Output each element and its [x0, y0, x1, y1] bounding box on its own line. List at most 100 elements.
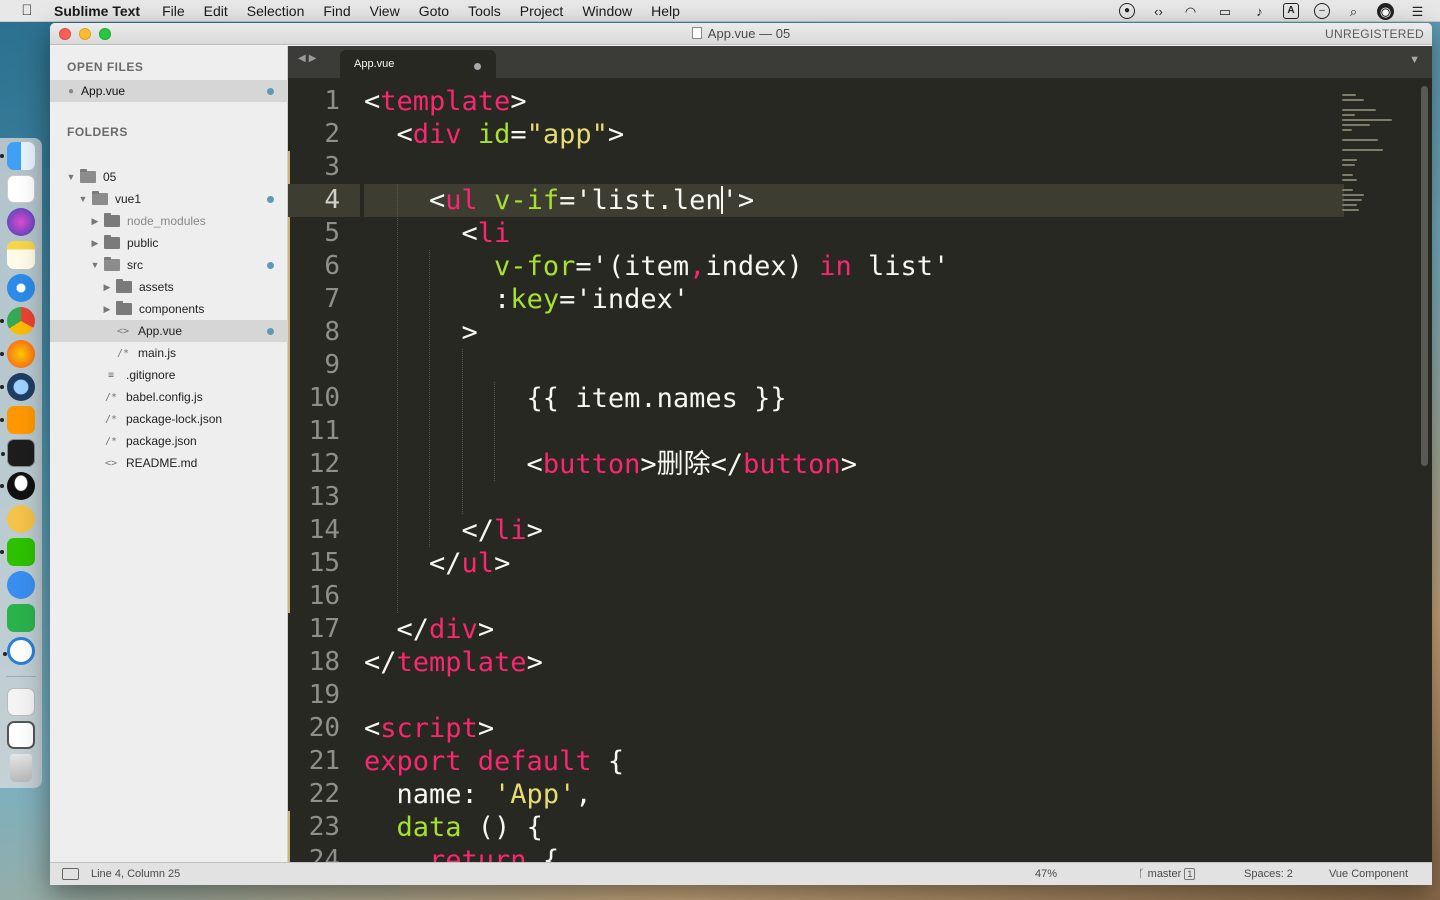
- menu-project[interactable]: Project: [520, 3, 564, 19]
- code-line[interactable]: return {: [364, 844, 1344, 862]
- baidu-netdisk-icon[interactable]: [3, 637, 35, 665]
- code-brackets-icon[interactable]: ‹›: [1150, 3, 1167, 20]
- code-line[interactable]: [364, 349, 1344, 382]
- toggle-panel-icon[interactable]: [62, 868, 79, 880]
- vertical-scrollbar[interactable]: [1421, 86, 1428, 466]
- code-line[interactable]: <li: [364, 217, 1344, 250]
- disclosure-closed-icon[interactable]: ▶: [102, 304, 112, 315]
- menu-find[interactable]: Find: [323, 3, 350, 19]
- code-line[interactable]: :key='index': [364, 283, 1344, 316]
- close-file-icon[interactable]: ●: [68, 86, 74, 97]
- folder-row[interactable]: ▶ components: [50, 298, 288, 320]
- code-line[interactable]: [364, 580, 1344, 613]
- code-line[interactable]: export default {: [364, 745, 1344, 778]
- code-line[interactable]: </li>: [364, 514, 1344, 547]
- tab-app-vue[interactable]: App.vue: [340, 50, 496, 78]
- code-line[interactable]: [364, 151, 1344, 184]
- squirrel-icon[interactable]: [7, 505, 35, 533]
- code-line[interactable]: data () {: [364, 811, 1344, 844]
- do-not-disturb-icon[interactable]: –: [1314, 3, 1330, 19]
- open-file-item[interactable]: ● App.vue: [50, 80, 288, 102]
- notes-icon[interactable]: [7, 241, 35, 269]
- tab-nav-arrows-icon[interactable]: ◀▶: [298, 53, 319, 64]
- record-icon[interactable]: ●: [1119, 3, 1135, 19]
- file-row[interactable]: <> README.md: [50, 452, 288, 474]
- disclosure-closed-icon[interactable]: ▶: [90, 216, 100, 227]
- menu-help[interactable]: Help: [651, 3, 680, 19]
- siri-status-icon[interactable]: ◉: [1377, 2, 1394, 20]
- code-line[interactable]: </ul>: [364, 547, 1344, 580]
- open-file-label: App.vue: [81, 84, 126, 98]
- file-row[interactable]: ≡ .gitignore: [50, 364, 288, 386]
- syntax-setting[interactable]: Vue Component: [1329, 868, 1408, 880]
- trash-icon[interactable]: [10, 754, 32, 782]
- code-line[interactable]: <button>删除</button>: [364, 448, 1344, 481]
- firefox-icon[interactable]: [0, 340, 35, 368]
- quicktime-icon[interactable]: [0, 373, 35, 401]
- folder-row[interactable]: ▼ 05: [50, 166, 288, 188]
- file-row[interactable]: /* babel.config.js: [50, 386, 288, 408]
- disclosure-open-icon[interactable]: ▼: [78, 194, 88, 204]
- spotlight-search-icon[interactable]: ⌕: [1345, 3, 1362, 20]
- feishu-icon[interactable]: [7, 571, 35, 599]
- folder-row[interactable]: ▼ vue1: [50, 188, 288, 210]
- menu-app-name[interactable]: Sublime Text: [54, 3, 140, 19]
- folder-row[interactable]: ▼ src: [50, 254, 288, 276]
- menu-file[interactable]: File: [162, 3, 185, 19]
- code-line[interactable]: <script>: [364, 712, 1344, 745]
- code-line[interactable]: [364, 481, 1344, 514]
- folder-row[interactable]: ▶ public: [50, 232, 288, 254]
- folder-row[interactable]: ▶ node_modules: [50, 210, 288, 232]
- disclosure-closed-icon[interactable]: ▶: [90, 238, 100, 249]
- menu-goto[interactable]: Goto: [419, 3, 449, 19]
- code-line[interactable]: <template>: [364, 85, 1344, 118]
- code-line[interactable]: v-for='(item,index) in list': [364, 250, 1344, 283]
- qq-icon[interactable]: [0, 472, 35, 500]
- code-line[interactable]: [364, 415, 1344, 448]
- sublime-text-icon[interactable]: [0, 406, 35, 434]
- calendar-icon[interactable]: [7, 175, 35, 203]
- terminal-icon[interactable]: [1, 439, 35, 467]
- wifi-icon[interactable]: ◠: [1182, 3, 1199, 20]
- notification-center-icon[interactable]: ☰: [1409, 3, 1426, 20]
- menu-edit[interactable]: Edit: [204, 3, 228, 19]
- file-row[interactable]: <> App.vue: [50, 320, 288, 342]
- folder-row[interactable]: ▶ assets: [50, 276, 288, 298]
- hbuilder-icon[interactable]: [7, 604, 35, 632]
- code-line[interactable]: </template>: [364, 646, 1344, 679]
- screen-icon[interactable]: [7, 721, 35, 749]
- disclosure-closed-icon[interactable]: ▶: [102, 282, 112, 293]
- input-source-icon[interactable]: A: [1283, 3, 1299, 19]
- file-row[interactable]: /* package-lock.json: [50, 408, 288, 430]
- file-row[interactable]: /* package.json: [50, 430, 288, 452]
- menu-tools[interactable]: Tools: [468, 3, 501, 19]
- wechat-icon[interactable]: [0, 538, 35, 566]
- disclosure-open-icon[interactable]: ▼: [90, 260, 100, 270]
- code-line[interactable]: name: 'App',: [364, 778, 1344, 811]
- code-line[interactable]: </div>: [364, 613, 1344, 646]
- code-line[interactable]: >: [364, 316, 1344, 349]
- menu-selection[interactable]: Selection: [247, 3, 305, 19]
- git-branch[interactable]: ᚴ master 1: [1138, 868, 1196, 880]
- apple-menu-icon[interactable]: : [16, 2, 38, 19]
- preview-icon[interactable]: [7, 688, 35, 716]
- code-line[interactable]: <div id="app">: [364, 118, 1344, 151]
- code-view[interactable]: <template> <div id="app"> <ul v-if='list…: [364, 78, 1344, 862]
- code-line[interactable]: {{ item.names }}: [364, 382, 1344, 415]
- disclosure-open-icon[interactable]: ▼: [66, 172, 76, 182]
- minimap[interactable]: [1342, 94, 1402, 211]
- code-line[interactable]: <ul v-if='list.len'>: [364, 184, 1344, 217]
- file-row[interactable]: /* main.js: [50, 342, 288, 364]
- menu-window[interactable]: Window: [582, 3, 632, 19]
- siri-icon[interactable]: [7, 208, 35, 236]
- volume-icon[interactable]: ♪: [1251, 3, 1268, 20]
- chrome-icon[interactable]: [0, 307, 35, 335]
- indentation-setting[interactable]: Spaces: 2: [1244, 868, 1293, 880]
- code-line[interactable]: [364, 679, 1344, 712]
- tab-list-chevron-down-icon[interactable]: ▼: [1409, 54, 1420, 66]
- tab-modified-dot-icon[interactable]: [474, 63, 481, 70]
- finder-icon[interactable]: [0, 142, 35, 170]
- menu-view[interactable]: View: [370, 3, 400, 19]
- safari-icon[interactable]: [7, 274, 35, 302]
- battery-icon[interactable]: ▭: [1214, 3, 1236, 20]
